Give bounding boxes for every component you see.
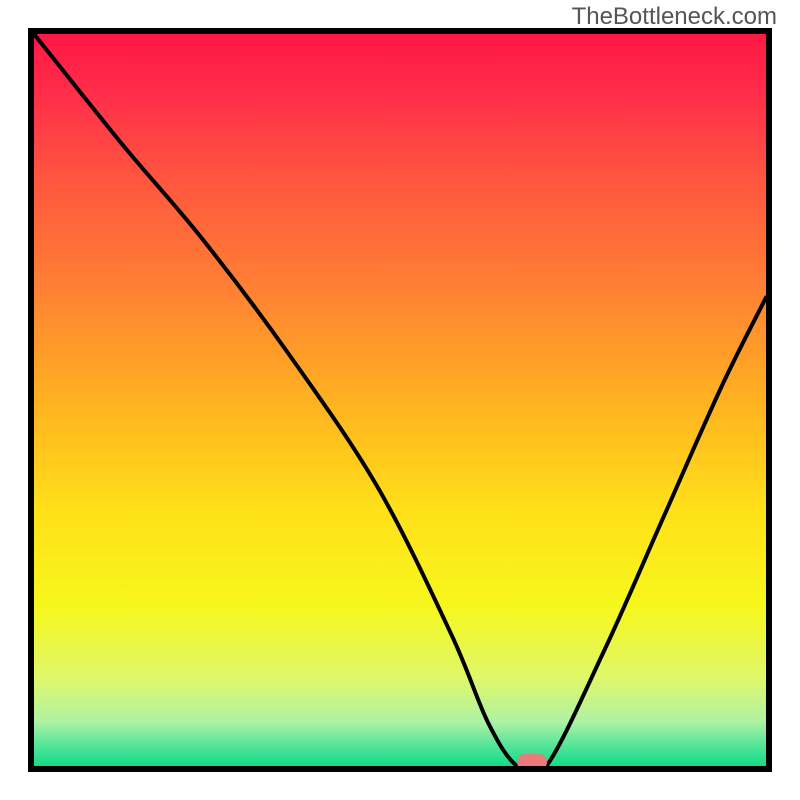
watermark-text: TheBottleneck.com [572,3,777,31]
bottleneck-curve [34,34,766,766]
plot-area [28,28,772,772]
chart-frame: TheBottleneck.com [0,0,800,800]
optimal-marker [517,754,547,770]
